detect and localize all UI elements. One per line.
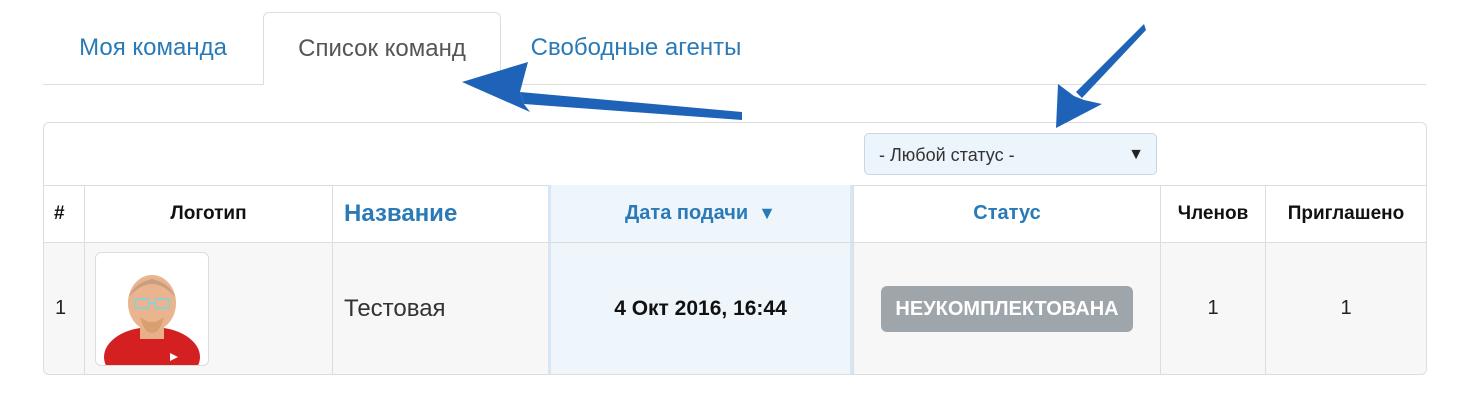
tab-my-team[interactable]: Моя команда [43,12,263,83]
logo-cell [84,243,332,374]
table-header: # Логотип Название Дата подачи ▼ Статус … [44,185,1426,243]
submission-date: 4 Окт 2016, 16:44 [548,243,853,374]
row-number: 1 [55,297,67,319]
sort-desc-icon: ▼ [758,203,776,223]
column-header-members: Членов [1160,185,1265,242]
column-header-date[interactable]: Дата подачи ▼ [548,185,853,242]
status-filter-value: - Любой статус - [879,145,1015,165]
teams-table-panel: - Любой статус - ▼ # Логотип Название Да… [43,122,1427,375]
column-header-name[interactable]: Название [332,185,548,242]
team-logo[interactable] [95,251,209,366]
column-header-date-label: Дата подачи [625,202,749,224]
chevron-down-icon: ▼ [1128,146,1144,163]
team-name[interactable]: Тестовая [332,243,548,374]
status-cell: НЕУКОМПЛЕКТОВАНА [853,243,1160,374]
status-filter-select[interactable]: - Любой статус - ▼ [864,133,1157,175]
filter-row: - Любой статус - ▼ [44,123,1426,186]
column-header-status[interactable]: Статус [853,185,1160,242]
column-header-invited: Приглашено [1265,185,1426,242]
column-header-logo: Логотип [84,185,332,242]
column-header-number: # [54,202,65,224]
table-row: 1 Тестовая 4 Окт 2016, 16:44 НЕУКОМПЛЕКТ [44,243,1426,374]
members-count: 1 [1160,243,1265,374]
tab-free-agents[interactable]: Свободные агенты [509,12,763,83]
avatar-icon [104,274,200,365]
status-badge: НЕУКОМПЛЕКТОВАНА [881,285,1133,332]
invited-count: 1 [1265,243,1426,374]
tab-team-list[interactable]: Список команд [263,12,501,85]
tab-bar: Моя команда Список команд Свободные аген… [43,12,1426,85]
